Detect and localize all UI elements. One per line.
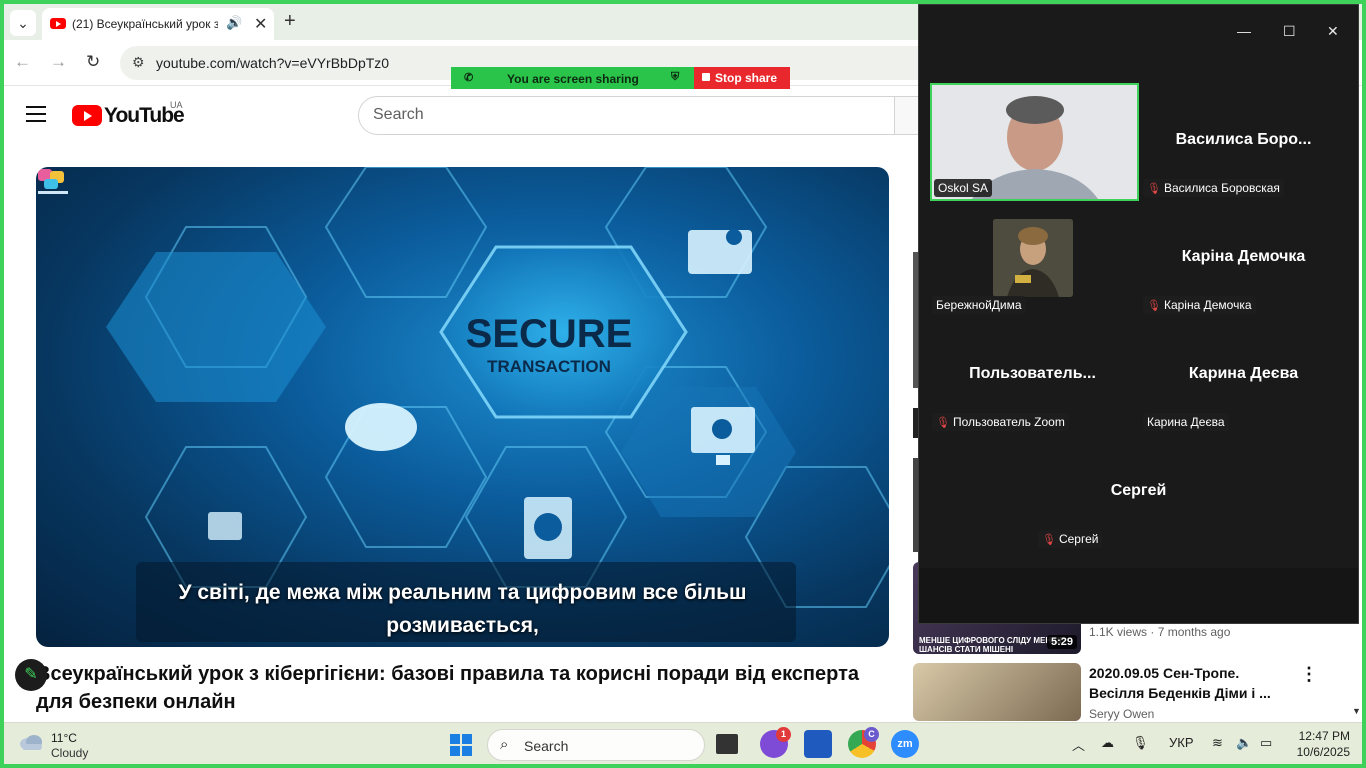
video-duration: 5:29 [1046, 635, 1077, 649]
url-text[interactable]: youtube.com/watch?v=eVYrBbDpTz0 [156, 55, 389, 71]
close-window-icon[interactable]: ✕ [1327, 23, 1339, 40]
clock-date[interactable]: 10/6/2025 [1288, 745, 1350, 759]
screen-sharing-message: You are screen sharing [507, 72, 639, 86]
participant-name-label: Oskol SA [934, 179, 993, 197]
taskbar-search[interactable]: ⌕ Search [487, 729, 705, 761]
minimize-icon[interactable]: — [1237, 23, 1251, 39]
show-hidden-icons-icon[interactable]: ︿ [1072, 735, 1085, 754]
task-view-icon[interactable] [716, 734, 738, 754]
participant-tile-berezhnoy[interactable]: БережнойДима [930, 202, 1135, 314]
new-tab-button[interactable]: + [284, 10, 296, 33]
more-options-icon[interactable]: ⋮ [1300, 664, 1318, 685]
participant-display-name: Карина Деєва [1188, 365, 1299, 382]
annotate-pencil-icon[interactable]: ✎ [15, 659, 47, 691]
overlay-secure-text: SECURE [466, 312, 633, 356]
battery-icon[interactable]: ▭ [1260, 735, 1272, 751]
youtube-favicon-icon [50, 18, 66, 29]
participant-tile-zoom-user[interactable]: Пользователь... 🎙 Пользователь Zoom [930, 319, 1135, 431]
browser-tab-youtube[interactable]: (21) Всеукраїнський урок з кібергігієни … [42, 8, 274, 40]
participant-display-name: Каріна Демочка [1181, 248, 1306, 265]
screen-sharing-indicator: ✆ You are screen sharing ⛨ [451, 67, 694, 89]
screen-share-banner: ✆ You are screen sharing ⛨ Stop share [451, 67, 790, 89]
mic-muted-icon: 🎙 [1147, 300, 1161, 312]
youtube-play-icon [72, 105, 102, 126]
recommendation-thumbnail[interactable] [913, 663, 1081, 721]
weather-description[interactable]: Cloudy [51, 746, 88, 760]
back-arrow-icon[interactable]: ← [14, 52, 31, 72]
recommendation-title[interactable]: 2020.09.05 Сен-Тропе. Весілля Беденків Д… [1089, 663, 1279, 703]
tab-title: (21) Всеукраїнський урок з кібергігієни [72, 17, 218, 31]
wifi-icon[interactable]: ≋ [1212, 735, 1223, 751]
zoom-bottom-area [919, 568, 1358, 623]
participant-display-name: Пользователь... [969, 365, 1096, 382]
windows-taskbar: 11°C Cloudy ⌕ Search 1 C zm ︿ ☁ 🎙 УКР ≋ … [4, 722, 1362, 764]
video-player[interactable]: SECURE TRANSACTION У світі, де межа між … [36, 167, 889, 647]
subtitle-line-1: У світі, де межа між реальним та цифрови… [178, 581, 747, 604]
taskbar-search-label: Search [524, 738, 569, 754]
channel-watermark-logo [38, 169, 68, 194]
mic-muted-icon: 🎙 [936, 417, 950, 429]
participant-tile-karina-demochka[interactable]: Каріна Демочка 🎙 Каріна Демочка [1141, 202, 1346, 314]
shield-check-icon: ⛨ [671, 71, 680, 83]
volume-icon[interactable]: 🔈 [1236, 735, 1252, 751]
weather-temperature[interactable]: 11°C [51, 731, 77, 745]
menu-icon[interactable] [26, 106, 46, 122]
recommendation-meta: 1.1K views · 7 months ago [1089, 625, 1231, 639]
forward-arrow-icon[interactable]: → [50, 52, 67, 72]
stop-square-icon [702, 73, 710, 81]
participant-name-label: 🎙 Пользователь Zoom [932, 413, 1069, 431]
mic-muted-icon: 🎙 [1042, 534, 1056, 546]
site-settings-icon[interactable]: ⚙ [132, 54, 145, 71]
tab-search-button[interactable]: ⌄ [10, 10, 36, 36]
viber-notification-badge: 1 [776, 727, 791, 742]
maximize-icon[interactable]: ☐ [1283, 23, 1296, 40]
participant-display-name: Василиса Боро... [1175, 131, 1312, 148]
country-code: UA [170, 100, 183, 110]
participant-name-label: 🎙 Василиса Боровская [1143, 179, 1284, 197]
participant-display-name: Сергей [1110, 482, 1167, 499]
participant-tile-oskol[interactable]: Oskol SA [930, 83, 1139, 201]
word-icon[interactable] [804, 730, 832, 758]
search-input[interactable] [373, 106, 873, 124]
participant-name-label: 🎙 Каріна Демочка [1143, 296, 1256, 314]
reload-icon[interactable]: ↻ [86, 52, 100, 72]
overlay-transaction-text: TRANSACTION [487, 357, 611, 376]
stop-share-button[interactable]: Stop share [694, 67, 790, 89]
stop-share-label: Stop share [715, 71, 778, 85]
search-icon: ⌕ [500, 736, 509, 753]
clock-time[interactable]: 12:47 PM [1294, 729, 1350, 743]
onedrive-icon[interactable]: ☁ [1101, 735, 1114, 751]
zoom-icon[interactable]: zm [891, 730, 919, 758]
scroll-down-arrow-icon[interactable]: ▼ [1352, 706, 1361, 716]
close-tab-icon[interactable]: ✕ [254, 14, 267, 34]
participant-tile-sergey[interactable]: Сергей 🎙 Сергей [1036, 436, 1241, 548]
participant-name-label: БережнойДима [932, 296, 1026, 314]
mic-muted-icon: 🎙 [1147, 183, 1161, 195]
participant-tile-vasilisa[interactable]: Василиса Боро... 🎙 Василиса Боровская [1141, 85, 1346, 197]
participant-name-label: 🎙 Сергей [1038, 530, 1103, 548]
participant-video [993, 219, 1073, 297]
windows-start-icon[interactable] [450, 734, 472, 756]
participant-tile-karina-deeva[interactable]: Карина Деєва Карина Деєва [1141, 319, 1346, 431]
language-indicator[interactable]: УКР [1169, 735, 1194, 750]
search-box[interactable] [358, 96, 895, 135]
cloud-icon[interactable] [18, 732, 44, 752]
microphone-icon[interactable]: 🎙 [1132, 735, 1149, 751]
chrome-profile-badge: C [864, 727, 879, 742]
speaker-icon[interactable]: 🔊 [226, 15, 242, 31]
video-title: Всеукраїнський урок з кібергігієни: базо… [36, 663, 860, 713]
subtitle-line-2: розмивається, [386, 614, 539, 637]
phone-icon: ✆ [464, 72, 474, 84]
participant-name-label: Карина Деєва [1143, 413, 1229, 431]
zoom-meeting-window: — ☐ ✕ Oskol SA Василиса Боро... 🎙 Василис… [918, 4, 1359, 624]
hexagon-graphic: SECURE TRANSACTION [106, 167, 889, 642]
recommendation-channel[interactable]: Seryy Owen [1089, 707, 1154, 721]
